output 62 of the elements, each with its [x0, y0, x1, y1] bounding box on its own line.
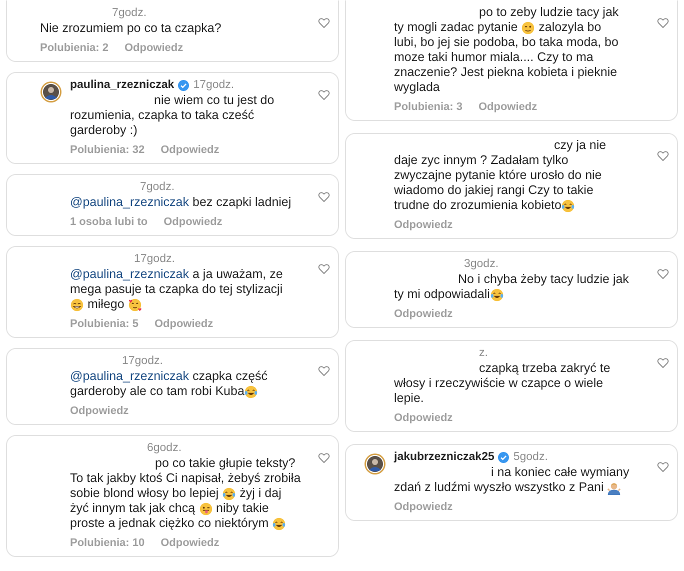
heart-icon[interactable] [657, 17, 669, 29]
likes-count[interactable]: Polubienia: 32 [70, 144, 145, 157]
comment-time: 6godz. [147, 442, 182, 454]
comment-text: czy ja nie daje zyc innym ? Zadałam tylko zwyczajne pytanie które urosło do nie wiadomo do jakiej rangi Czy to takie trudne do zrozumienia kobieto [394, 138, 606, 213]
heart-icon[interactable] [318, 263, 330, 275]
reply-link[interactable]: Odpowiedz [394, 412, 453, 425]
hearts-emoji-icon [128, 298, 142, 312]
likes-count[interactable]: Polubienia: 10 [70, 537, 145, 550]
likes-count[interactable]: Polubienia: 2 [40, 42, 108, 55]
heart-icon[interactable] [657, 461, 669, 473]
reply-link[interactable]: Odpowiedz [164, 216, 222, 229]
username[interactable]: jakubrzezniczak25 [394, 451, 494, 463]
laugh-emoji-icon [272, 516, 286, 530]
comment-text: czapką trzeba zakryć te włosy i rzeczywiście w czapce o wiele lepie. [394, 361, 610, 406]
heart-icon[interactable] [657, 268, 669, 280]
reply-link[interactable]: Odpowiedz [478, 101, 538, 114]
comment-text: @paulina_rzezniczak a ja uważam, ze mega pasuje ta czapka do tej stylizacji miłego [70, 267, 283, 312]
laugh-emoji-icon [244, 384, 258, 398]
shrug-emoji-icon [607, 480, 622, 494]
laugh-emoji-icon [222, 486, 236, 500]
comment-time: 3godz. [464, 258, 499, 270]
heart-icon[interactable] [657, 357, 669, 369]
avatar [40, 81, 62, 103]
wink-emoji-icon [521, 20, 536, 34]
comment-time: 7godz. [140, 181, 175, 193]
comment-text: po co takie głupie teksty? To tak jakby ktoś Ci napisał, żebyś zrobiła sobie blond włosy bo lepiej żyj i daj żyć innym tak jak chcą niby takie proste a jednak ciężko co niektórym [70, 456, 301, 531]
heart-icon[interactable] [657, 150, 669, 162]
reply-link[interactable]: Odpowiedz [394, 219, 453, 232]
comment-time: 17godz. [134, 253, 175, 265]
tongue-emoji-icon [198, 502, 213, 516]
reply-link[interactable]: Odpowiedz [160, 144, 220, 157]
laugh-emoji-icon [490, 288, 504, 302]
comment-time: 17godz. [122, 355, 163, 367]
comment-text: @paulina_rzezniczak bez czapki ladniej [70, 195, 292, 210]
username[interactable]: paulina_rzezniczak [70, 79, 174, 91]
heart-icon[interactable] [318, 89, 330, 101]
comment-time: 5godz. [513, 451, 548, 463]
reply-link[interactable]: Odpowiedz [394, 501, 453, 514]
comment-text: po to zeby ludzie tacy jak ty mogli zadac pytanie zalozyla bo lubi, bo jej sie podoba, bo taka moda, bo moze taki humor miala.... Czy to ma znaczenie? Jest piekna kobieta i pieknie wyglada [394, 5, 619, 95]
reply-link[interactable]: Odpowiedz [124, 42, 184, 55]
comment-text: @paulina_rzezniczak czapka część garderoby ale co tam robi Kuba [70, 369, 268, 399]
likes-count[interactable]: Polubienia: 5 [70, 318, 138, 331]
reply-link[interactable]: Odpowiedz [70, 405, 129, 418]
avatar [364, 453, 386, 475]
comment-time: 7godz. [112, 7, 147, 19]
laugh-emoji-icon [561, 198, 576, 212]
comment-text: No i chyba żeby tacy ludzie jak ty mi odpowiadali [394, 272, 629, 302]
grin-emoji-icon [70, 298, 84, 312]
heart-icon[interactable] [318, 452, 330, 464]
likes-count[interactable]: 1 osoba lubi to [70, 216, 148, 229]
comment-time: 17godz. [193, 79, 234, 91]
comment-time: z. [479, 347, 488, 359]
heart-icon[interactable] [318, 17, 330, 29]
likes-count[interactable]: Polubienia: 3 [394, 101, 462, 114]
reply-link[interactable]: Odpowiedz [394, 308, 453, 321]
comment-text: Nie zrozumiem po co ta czapka? [40, 21, 222, 36]
reply-link[interactable]: Odpowiedz [154, 318, 214, 331]
heart-icon[interactable] [318, 191, 330, 203]
comment-text: nie wiem co tu jest do rozumienia, czapka to taka cześć garderoby :) [70, 93, 274, 138]
heart-icon[interactable] [318, 365, 330, 377]
comment-text: i na koniec całe wymiany zdań z ludźmi wyszło wszystko z Pani [394, 465, 630, 495]
reply-link[interactable]: Odpowiedz [160, 537, 220, 550]
